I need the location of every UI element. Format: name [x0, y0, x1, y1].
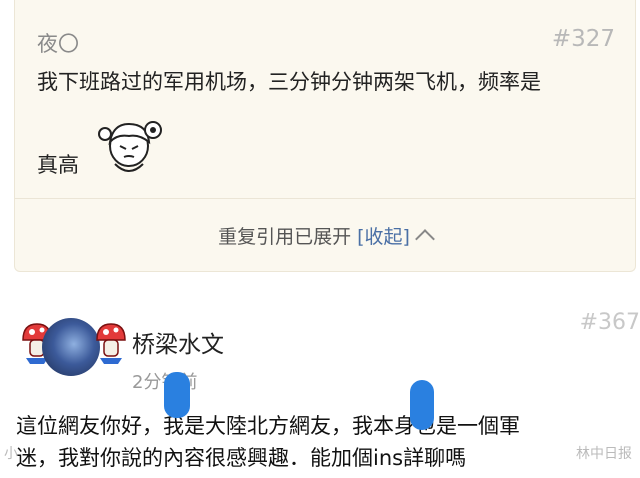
reply-comment: 桥梁水文 2分钟前 #367 這位網友你好，我是大陸北方網友，我本身也是一個軍 …: [0, 280, 640, 478]
quoted-username[interactable]: 夜〇: [37, 28, 79, 58]
quote-expand-toggle[interactable]: 重复引用已展开 [收起]: [15, 222, 635, 249]
quoted-floor-number: #327: [551, 26, 615, 52]
quoted-text-line-2: 真高: [37, 153, 79, 177]
reply-username[interactable]: 桥梁水文: [132, 325, 224, 359]
divider: [15, 198, 635, 199]
quoted-text-line-1: 我下班路过的军用机场，三分钟分钟两架飞机，频率是: [37, 70, 541, 94]
toggle-text: 重复引用已展开: [218, 226, 352, 248]
reply-text-line-1: 這位網友你好，我是大陸北方網友，我本身也是一個軍: [16, 414, 520, 438]
redaction-mark: [410, 380, 434, 430]
mushroom-decoration-right-icon: [96, 323, 126, 364]
reply-text-line-2: 迷，我對你說的內容很感興趣．能加個ins詳聊嗎: [16, 446, 467, 470]
watermark-left: 小: [4, 446, 18, 462]
reply-floor-number: #367: [579, 310, 640, 335]
chevron-up-icon[interactable]: [415, 229, 435, 249]
watermark-right: 林中日报: [576, 446, 632, 462]
avatar[interactable]: [42, 318, 100, 376]
cartoon-girl-sticker-icon: [98, 121, 162, 172]
collapse-link[interactable]: [收起]: [357, 226, 410, 248]
redaction-mark: [164, 372, 190, 418]
quoted-comment-card: 夜〇 #327 我下班路过的军用机场，三分钟分钟两架飞机，频率是 真高 重复引用…: [14, 0, 636, 272]
avatar-area[interactable]: [20, 318, 130, 378]
